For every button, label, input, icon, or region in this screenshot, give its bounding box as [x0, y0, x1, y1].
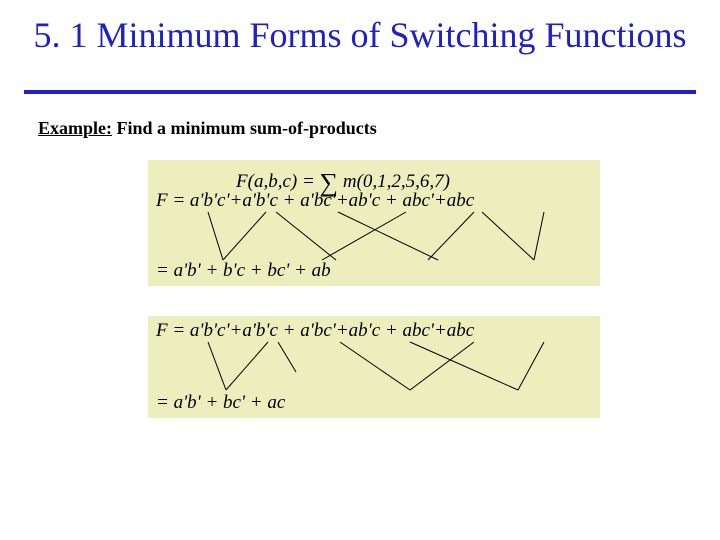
- title-rule: [24, 90, 696, 94]
- derivation-block-1: F(a,b,c) = ∑ m(0,1,2,5,6,7) F = a'b'c'+a…: [148, 160, 600, 286]
- example-rest: Find a minimum sum-of-products: [112, 118, 377, 138]
- eq-block2-reduced: = a'b' + bc' + ac: [156, 392, 285, 414]
- example-lead: Example:: [38, 118, 112, 138]
- eq-block1-expanded: F = a'b'c'+a'b'c + a'bc'+ab'c + abc'+abc: [156, 190, 474, 212]
- eq-block2-expanded: F = a'b'c'+a'b'c + a'bc'+ab'c + abc'+abc: [156, 320, 474, 342]
- derivation-block-2: F = a'b'c'+a'b'c + a'bc'+ab'c + abc'+abc…: [148, 316, 600, 418]
- example-heading: Example: Find a minimum sum-of-products: [38, 118, 377, 139]
- eq-block1-reduced: = a'b' + b'c + bc' + ab: [156, 260, 331, 282]
- slide-title: 5. 1 Minimum Forms of Switching Function…: [0, 14, 720, 57]
